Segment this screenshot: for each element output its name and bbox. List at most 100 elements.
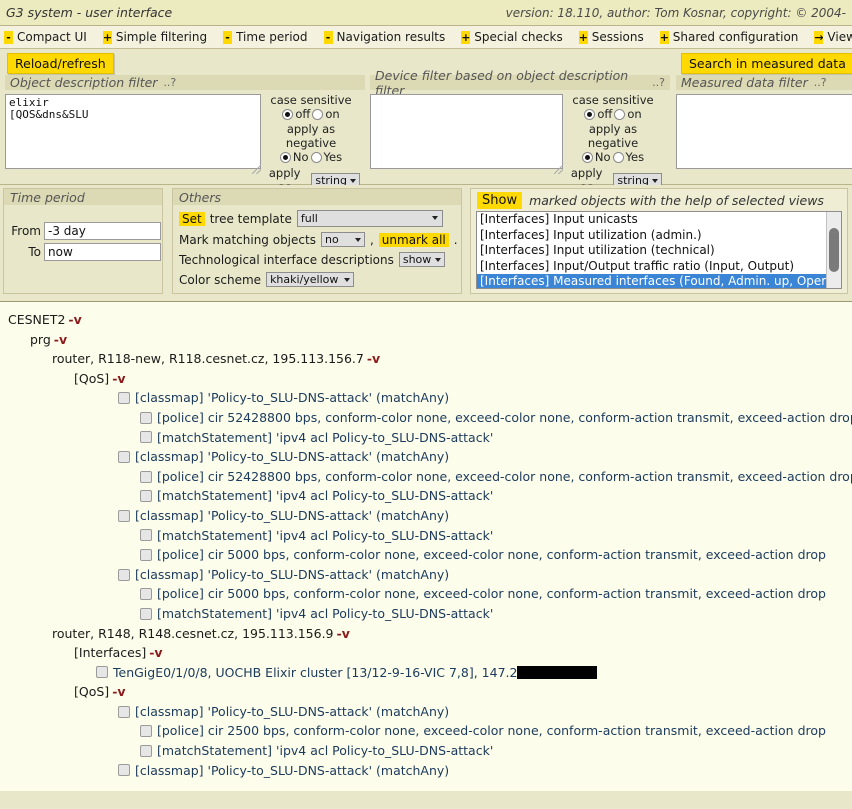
tree-row-view-link[interactable]: -v — [54, 330, 67, 350]
tree-row-checkbox[interactable] — [140, 725, 152, 738]
device-filter-negative-yes-radio[interactable] — [612, 152, 624, 163]
tree-row-view-link[interactable]: -v — [367, 349, 380, 369]
tree-row[interactable]: [matchStatement] 'ipv4 acl Policy-to_SLU… — [0, 604, 852, 624]
tree-row-label: [matchStatement] 'ipv4 acl Policy-to_SLU… — [157, 488, 494, 504]
object-filter-negative-no-radio[interactable] — [279, 152, 291, 163]
tree-row-checkbox[interactable] — [140, 490, 152, 503]
object-description-filter-help-icon[interactable]: ..? — [163, 76, 176, 89]
tree-row[interactable]: [classmap] 'Policy-to_SLU-DNS-attack' (m… — [0, 447, 852, 467]
tree-row[interactable]: [matchStatement] 'ipv4 acl Policy-to_SLU… — [0, 486, 852, 506]
reload-refresh-button[interactable]: Reload/refresh — [7, 53, 114, 74]
tree-row-checkbox[interactable] — [140, 411, 152, 424]
menu-item-compact-ui[interactable]: - Compact UI — [0, 30, 99, 44]
view-list-item[interactable]: [Interfaces] Input utilization (admin.) — [477, 228, 826, 244]
tree-row[interactable]: router, R118-new, R118.cesnet.cz, 195.11… — [0, 349, 852, 369]
collapse-icon: - — [323, 30, 333, 44]
tree-row-checkbox[interactable] — [140, 548, 152, 561]
menu-item-label: Time period — [236, 30, 308, 44]
menu-item-shared-configuration[interactable]: + Shared configuration — [656, 30, 811, 44]
tree-row[interactable]: [police] cir 52428800 bps, conform-color… — [0, 467, 852, 487]
tree-row[interactable]: [police] cir 5000 bps, conform-color non… — [0, 584, 852, 604]
tree-row-label: [classmap] 'Policy-to_SLU-DNS-attack' (m… — [135, 449, 450, 465]
object-filter-case-off-radio[interactable] — [282, 109, 294, 120]
search-in-measured-data-button[interactable]: Search in measured data — [681, 53, 852, 74]
tree-row-checkbox[interactable] — [118, 568, 130, 581]
tree-row[interactable]: [QoS] -v — [0, 369, 852, 389]
device-filter-case-off-label: off — [597, 107, 613, 121]
color-scheme-select[interactable]: khaki/yellow — [266, 272, 355, 287]
object-filter-resize-grip[interactable] — [252, 165, 261, 174]
views-list-scrollbar-thumb[interactable] — [829, 228, 839, 272]
tree-row-checkbox[interactable] — [140, 431, 152, 444]
expand-icon: + — [102, 30, 113, 44]
device-filter-help-icon[interactable]: ..? — [652, 76, 665, 89]
time-period-from-input[interactable]: -3 day — [44, 222, 161, 240]
mark-matching-objects-select[interactable]: no — [320, 232, 365, 247]
view-list-item[interactable]: [Interfaces] Input/Output traffic ratio … — [477, 259, 826, 275]
show-button[interactable]: Show — [477, 192, 523, 209]
set-tree-template-button[interactable]: Set — [179, 211, 205, 226]
menu-item-special-checks[interactable]: + Special checks — [457, 30, 574, 44]
measured-data-filter-help-icon[interactable]: ..? — [814, 76, 827, 89]
tree-row[interactable]: [police] cir 2500 bps, conform-color non… — [0, 721, 852, 741]
tree-row-checkbox[interactable] — [96, 666, 108, 679]
device-filter-negative-no-radio[interactable] — [581, 152, 593, 163]
tree-row-checkbox[interactable] — [140, 607, 152, 620]
tree-row[interactable]: [matchStatement] 'ipv4 acl Policy-to_SLU… — [0, 526, 852, 546]
time-period-to-input[interactable]: now — [44, 243, 161, 261]
unmark-all-button[interactable]: unmark all — [378, 232, 449, 247]
device-filter-case-on-radio[interactable] — [614, 109, 626, 120]
menu-item-views-manageme[interactable]: →Views manageme — [810, 30, 852, 44]
tree-row[interactable]: [matchStatement] 'ipv4 acl Policy-to_SLU… — [0, 741, 852, 761]
tree-row-checkbox[interactable] — [118, 705, 130, 718]
tree-row[interactable]: router, R148, R148.cesnet.cz, 195.113.15… — [0, 624, 852, 644]
tree-row[interactable]: [classmap] 'Policy-to_SLU-DNS-attack' (m… — [0, 761, 852, 781]
device-filter-input[interactable] — [370, 94, 563, 169]
tree-row-checkbox[interactable] — [118, 392, 130, 405]
tree-row-checkbox[interactable] — [118, 509, 130, 522]
object-filter-case-radios: off on — [262, 107, 360, 122]
view-list-item[interactable]: [Interfaces] Input unicasts — [477, 212, 826, 228]
tree-row-view-link[interactable]: -v — [112, 682, 125, 702]
measured-data-filter-input[interactable] — [676, 94, 852, 169]
tree-row[interactable]: CESNET2 -v — [0, 310, 852, 330]
tree-row[interactable]: [classmap] 'Policy-to_SLU-DNS-attack' (m… — [0, 388, 852, 408]
tree-row-checkbox[interactable] — [118, 450, 130, 463]
tree-row[interactable]: [classmap] 'Policy-to_SLU-DNS-attack' (m… — [0, 702, 852, 722]
tree-row-checkbox[interactable] — [140, 529, 152, 542]
menu-item-simple-filtering[interactable]: + Simple filtering — [99, 30, 219, 44]
view-list-item[interactable]: [Interfaces] Input utilization (technica… — [477, 243, 826, 259]
device-filter-case-off-radio[interactable] — [584, 109, 596, 120]
tree-row-checkbox[interactable] — [118, 764, 130, 777]
tree-row[interactable]: [QoS] -v — [0, 682, 852, 702]
tree-row-view-link[interactable]: -v — [149, 643, 162, 663]
tree-row[interactable]: [police] cir 5000 bps, conform-color non… — [0, 545, 852, 565]
device-filter-resize-grip[interactable] — [554, 165, 563, 174]
technological-interface-descriptions-select[interactable]: show — [398, 252, 445, 267]
object-filter-negative-yes-radio[interactable] — [310, 152, 322, 163]
object-description-filter-input[interactable]: elixir [QOS&dns&SLU — [5, 94, 261, 169]
tree-template-select[interactable]: full — [296, 210, 443, 227]
arrow-right-icon: → — [814, 30, 824, 44]
tree-row[interactable]: [classmap] 'Policy-to_SLU-DNS-attack' (m… — [0, 565, 852, 585]
tree-row[interactable]: [matchStatement] 'ipv4 acl Policy-to_SLU… — [0, 428, 852, 448]
object-filter-case-on-radio[interactable] — [312, 109, 324, 120]
tree-row[interactable]: TenGigE0/1/0/8, UOCHB Elixir cluster [13… — [0, 663, 852, 683]
tree-row-view-link[interactable]: -v — [68, 310, 81, 330]
menu-item-sessions[interactable]: + Sessions — [575, 30, 656, 44]
menu-item-time-period[interactable]: - Time period — [219, 30, 319, 44]
tree-row-view-link[interactable]: -v — [337, 624, 350, 644]
tree-row[interactable]: [Interfaces] -v — [0, 643, 852, 663]
tree-row[interactable]: prg -v — [0, 330, 852, 350]
tree-row[interactable]: [classmap] 'Policy-to_SLU-DNS-attack' (m… — [0, 506, 852, 526]
view-list-item[interactable]: [Interfaces] Measured interfaces (Found,… — [477, 274, 826, 288]
menu-item-navigation-results[interactable]: - Navigation results — [320, 30, 458, 44]
tree-row-checkbox[interactable] — [140, 588, 152, 601]
tree-row[interactable]: [police] cir 52428800 bps, conform-color… — [0, 408, 852, 428]
tree-row-checkbox[interactable] — [140, 470, 152, 483]
tree-row-checkbox[interactable] — [140, 744, 152, 757]
views-list-scrollbar[interactable] — [826, 212, 841, 288]
views-listbox[interactable]: [Interfaces] Input unicasts [Interfaces] … — [476, 211, 842, 289]
tree-row-view-link[interactable]: -v — [112, 369, 125, 389]
views-panel: Show marked objects with the help of sel… — [470, 188, 848, 294]
